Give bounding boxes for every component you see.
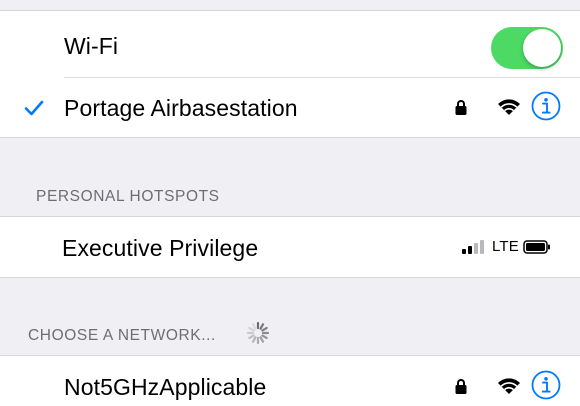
network-type-label: LTE (492, 238, 519, 255)
top-edge (0, 0, 580, 11)
battery-icon (523, 240, 550, 254)
connected-network-row[interactable]: Portage Airbasestation (0, 78, 580, 137)
toggle-knob (523, 29, 561, 67)
section-bottom-border (0, 277, 580, 278)
checkmark-icon (24, 100, 44, 116)
loading-spinner-icon (246, 321, 270, 345)
wifi-signal-icon (498, 99, 520, 115)
lock-icon (455, 379, 467, 394)
wifi-toggle[interactable] (491, 27, 563, 69)
section-bottom-border (0, 137, 580, 138)
wifi-label: Wi-Fi (64, 33, 119, 59)
connected-network-name: Portage Airbasestation (64, 95, 298, 121)
wifi-signal-icon (498, 378, 520, 394)
info-icon[interactable] (531, 91, 561, 121)
wifi-section: Wi-Fi Portage Airbasestation (0, 11, 580, 137)
network-row[interactable]: Not5GHzApplicable (0, 356, 580, 406)
lock-icon (455, 100, 467, 115)
hotspot-row[interactable]: Executive Privilege LTE (0, 217, 580, 277)
info-icon[interactable] (531, 370, 561, 400)
personal-hotspots-header: PERSONAL HOTSPOTS (36, 188, 220, 205)
choose-network-header: CHOOSE A NETWORK... (28, 327, 216, 344)
hotspot-name: Executive Privilege (62, 235, 259, 261)
network-name: Not5GHzApplicable (64, 374, 267, 400)
cellular-signal-icon (462, 240, 484, 254)
wifi-toggle-row: Wi-Fi (0, 11, 580, 77)
